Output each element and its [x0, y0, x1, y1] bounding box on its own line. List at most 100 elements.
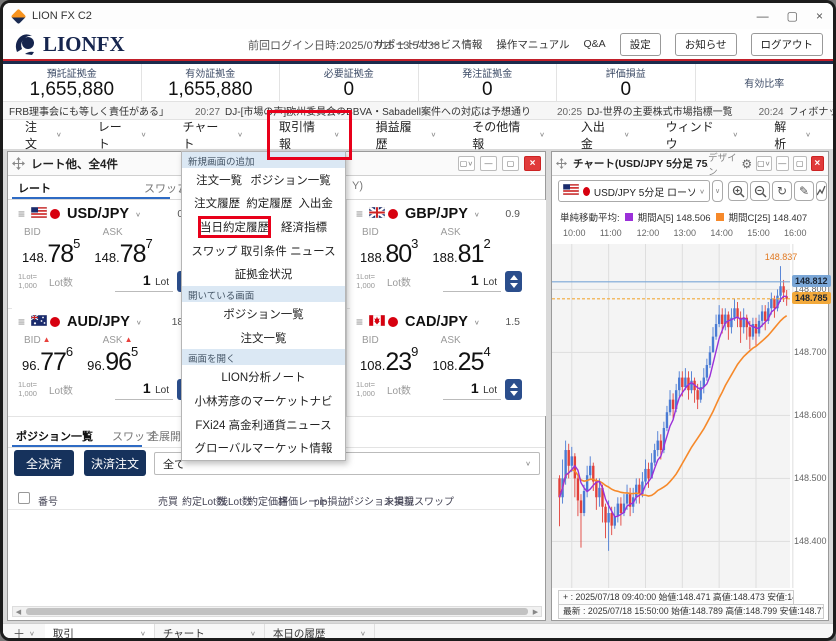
- chevron-down-icon[interactable]: ∨: [135, 210, 141, 217]
- chevron-down-icon[interactable]: ∨: [250, 629, 256, 636]
- dropdown-item-スワップ[interactable]: スワップ: [191, 243, 237, 259]
- price-tick-label: 148.400: [794, 536, 827, 546]
- taskbar-tab-チャート[interactable]: チャート∨: [155, 624, 265, 641]
- chevron-down-icon[interactable]: ∨: [474, 210, 480, 217]
- header-button[interactable]: 設定: [620, 33, 661, 56]
- bid-price[interactable]: 96.776: [22, 344, 73, 377]
- pair-name[interactable]: AUD/JPY: [67, 314, 130, 330]
- dropdown-item-当日約定履歴[interactable]: 当日約定履歴: [200, 219, 269, 235]
- dropdown-item-グローバルマーケット情報[interactable]: グローバルマーケット情報: [195, 440, 333, 456]
- lot-stepper[interactable]: [505, 271, 522, 292]
- panel-minimize-icon[interactable]: —: [776, 156, 790, 171]
- chart-window-titlebar[interactable]: チャート(USD/JPY 5分足 75/85本 デザイン ⚙ ▢∨ — ▢ ×: [552, 152, 828, 176]
- panel-menu-icon[interactable]: ▢∨: [756, 156, 771, 171]
- panel-menu-icon[interactable]: ▢∨: [458, 156, 475, 171]
- lot-stepper[interactable]: [505, 379, 522, 400]
- pencil-icon[interactable]: ✎: [794, 181, 814, 201]
- chevron-down-icon[interactable]: ∨: [136, 318, 142, 325]
- scroll-right-icon[interactable]: ▶: [530, 608, 541, 616]
- hamburger-icon[interactable]: ≡: [356, 207, 363, 221]
- chevron-down-icon[interactable]: ∨: [29, 629, 35, 636]
- panel-minimize-icon[interactable]: —: [480, 156, 497, 171]
- jp-flag-icon: [388, 209, 398, 219]
- flag-pair: [31, 313, 60, 331]
- dropdown-item-取引条件[interactable]: 取引条件: [241, 243, 287, 259]
- select-all-checkbox[interactable]: [18, 492, 30, 504]
- add-tab-icon[interactable]: ＋: [13, 625, 25, 641]
- chart-symbol-select[interactable]: USD/JPY 5分足 ローソク BID ∨: [558, 180, 710, 202]
- lot-input[interactable]: 1 Lot: [443, 272, 501, 292]
- zoom-out-icon[interactable]: [750, 181, 770, 201]
- chevron-down-icon[interactable]: ∨: [360, 629, 366, 636]
- header-link[interactable]: Q&A: [584, 38, 606, 50]
- dropdown-item-入出金[interactable]: 入出金: [298, 195, 333, 211]
- column-header-2[interactable]: 売買: [158, 493, 178, 508]
- indicator-icon[interactable]: [816, 181, 827, 201]
- gear-icon[interactable]: ⚙: [741, 157, 752, 171]
- account-label: 預託証拠金: [47, 65, 97, 80]
- close-all-button[interactable]: 全決済: [14, 450, 74, 476]
- taskbar-tab-本日の履歴[interactable]: 本日の履歴∨: [265, 624, 375, 641]
- ask-price[interactable]: 188.812: [432, 236, 490, 269]
- chevron-down-icon[interactable]: ∨: [140, 629, 146, 636]
- hamburger-icon[interactable]: ≡: [18, 315, 25, 329]
- tab-rate[interactable]: レート: [18, 180, 51, 196]
- dropdown-item-約定履歴[interactable]: 約定履歴: [246, 195, 292, 211]
- bid-price[interactable]: 148.785: [22, 236, 80, 269]
- ask-price[interactable]: 148.787: [94, 236, 152, 269]
- pair-name[interactable]: GBP/JPY: [405, 206, 468, 222]
- tab-position-list[interactable]: ポジション一覧: [16, 428, 93, 444]
- column-header-7[interactable]: pip損益: [314, 493, 347, 508]
- dropdown-item-小林芳彦のマーケットナビ[interactable]: 小林芳彦のマーケットナビ: [195, 393, 333, 409]
- panel-maximize-icon[interactable]: ▢: [793, 156, 807, 171]
- ask-price[interactable]: 108.254: [432, 344, 490, 377]
- minimize-icon[interactable]: —: [757, 10, 769, 22]
- hamburger-icon[interactable]: ≡: [356, 315, 363, 329]
- header-link[interactable]: 操作マニュアル: [496, 37, 569, 52]
- combo-expand-icon[interactable]: ∨: [712, 180, 723, 202]
- taskbar-tab-取引[interactable]: 取引∨: [45, 624, 155, 641]
- dropdown-item-ポジション一覧[interactable]: ポジション一覧: [223, 306, 304, 322]
- lot-input[interactable]: 1 Lot: [443, 380, 501, 400]
- column-header-1[interactable]: 番号: [38, 493, 58, 508]
- design-label[interactable]: デザイン: [708, 150, 737, 178]
- maximize-icon[interactable]: ▢: [787, 10, 798, 22]
- column-header-9[interactable]: 未実現スワップ: [384, 493, 454, 508]
- dropdown-item-経済指標[interactable]: 経済指標: [281, 219, 327, 235]
- lot-input[interactable]: 1 Lot: [115, 272, 173, 292]
- close-icon[interactable]: ×: [816, 10, 823, 22]
- dropdown-item-注文一覧[interactable]: 注文一覧: [196, 172, 242, 188]
- refresh-icon[interactable]: ↻: [772, 181, 792, 201]
- panel-maximize-icon[interactable]: ▢: [502, 156, 519, 171]
- dropdown-item-ポジション一覧[interactable]: ポジション一覧: [250, 172, 331, 188]
- panel-close-icon[interactable]: ×: [811, 156, 825, 171]
- dropdown-item-注文履歴[interactable]: 注文履歴: [194, 195, 240, 211]
- column-header-4[interactable]: 残Lot数: [218, 493, 252, 508]
- header-button[interactable]: お知らせ: [675, 33, 737, 56]
- dropdown-item-FXi24 高金利通貨ニュース[interactable]: FXi24 高金利通貨ニュース: [195, 417, 331, 433]
- scrollbar-thumb[interactable]: [26, 608, 528, 615]
- panel-close-icon[interactable]: ×: [524, 156, 541, 171]
- dropdown-row: LION分析ノート: [182, 365, 345, 389]
- account-cell: 発注証拠金0: [419, 64, 558, 101]
- header-links: サポート/サービス情報操作マニュアルQ&A設定お知らせログアウト: [374, 33, 823, 56]
- pair-name[interactable]: USD/JPY: [67, 206, 129, 222]
- horizontal-scrollbar[interactable]: ◀ ▶: [12, 606, 542, 617]
- dropdown-item-証拠金状況[interactable]: 証拠金状況: [235, 266, 293, 282]
- candlestick-chart[interactable]: 148.837: [552, 244, 830, 588]
- bid-price[interactable]: 108.239: [360, 344, 418, 377]
- chevron-down-icon[interactable]: ∨: [474, 318, 480, 325]
- dropdown-item-ニュース[interactable]: ニュース: [290, 243, 335, 259]
- hamburger-icon[interactable]: ≡: [18, 207, 25, 221]
- time-tick-label: 10:00: [563, 228, 586, 238]
- bid-price[interactable]: 188.803: [360, 236, 418, 269]
- ask-price[interactable]: 96.965: [87, 344, 138, 377]
- dropdown-item-注文一覧[interactable]: 注文一覧: [241, 330, 287, 346]
- zoom-in-icon[interactable]: [728, 181, 748, 201]
- pair-name[interactable]: CAD/JPY: [405, 314, 468, 330]
- scroll-left-icon[interactable]: ◀: [13, 608, 24, 616]
- lot-input[interactable]: 1 Lot: [115, 380, 173, 400]
- dropdown-item-LION分析ノート[interactable]: LION分析ノート: [221, 369, 305, 385]
- close-order-button[interactable]: 決済注文: [84, 450, 146, 476]
- header-button[interactable]: ログアウト: [751, 33, 824, 56]
